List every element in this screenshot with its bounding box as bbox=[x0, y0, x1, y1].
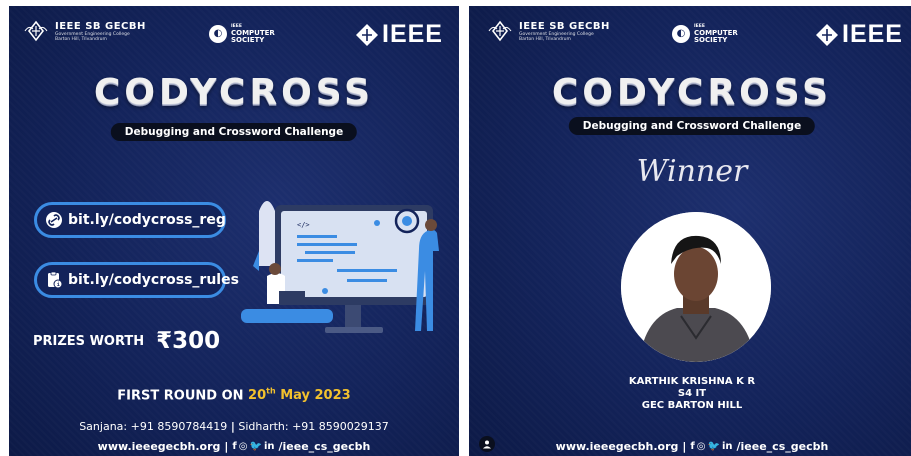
lotus-emblem-icon bbox=[488, 20, 512, 42]
ieee-diamond-icon bbox=[356, 23, 379, 46]
codycross-registration-poster: IEEE SB GECBH Government Engineering Col… bbox=[9, 6, 459, 456]
website-link[interactable]: www.ieeegecbh.org bbox=[98, 440, 221, 453]
winner-college: GEC BARTON HILL bbox=[641, 400, 743, 411]
prizes-label: PRIZES WORTH bbox=[33, 333, 145, 349]
winner-details: KARTHIK KRISHNA K R S4 IT GEC BARTON HIL… bbox=[469, 376, 911, 412]
rocket-icon bbox=[259, 201, 275, 266]
contact-sidharth: Sidharth: +91 8590029137 bbox=[238, 420, 389, 433]
society-line-2: SOCIETY bbox=[231, 36, 265, 44]
round-prefix: FIRST ROUND ON bbox=[117, 388, 244, 404]
rules-link-label: bit.ly/codycross_rules bbox=[68, 272, 239, 288]
event-title: CODYCROSS bbox=[551, 72, 833, 113]
computer-society-icon: ◐ bbox=[672, 24, 690, 43]
round-day: 20 bbox=[248, 388, 267, 404]
bug-icon bbox=[374, 220, 380, 226]
registration-link-label: bit.ly/codycross_reg bbox=[68, 212, 226, 228]
poster-header: IEEE SB GECBH Government Engineering Col… bbox=[469, 20, 911, 52]
event-subtitle: Debugging and Crossword Challenge bbox=[568, 117, 816, 135]
footer-separator: | bbox=[682, 440, 687, 453]
contact-separator: | bbox=[230, 420, 235, 433]
winner-class: S4 IT bbox=[677, 388, 707, 399]
twitter-icon[interactable]: 🐦 bbox=[708, 441, 720, 452]
developer-illustration: </> bbox=[241, 201, 439, 333]
computer-society-logo: ◐ IEEE COMPUTER SOCIETY bbox=[672, 23, 738, 44]
linkedin-icon[interactable]: in bbox=[264, 441, 275, 452]
computer-society-logo: ◐ IEEE COMPUTER SOCIETY bbox=[209, 23, 275, 44]
first-round-date: FIRST ROUND ON 20th May 2023 bbox=[9, 387, 459, 403]
social-handle[interactable]: /ieee_cs_gecbh bbox=[737, 440, 829, 453]
ieee-logo: IEEE bbox=[355, 20, 443, 49]
bug-icon bbox=[322, 288, 328, 294]
computer-society-icon: ◐ bbox=[209, 24, 227, 43]
poster-header: IEEE SB GECBH Government Engineering Col… bbox=[9, 20, 459, 52]
twitter-icon[interactable]: 🐦 bbox=[250, 441, 262, 452]
contact-info: Sanjana: +91 8590784419 | Sidharth: +91 … bbox=[9, 420, 459, 433]
codycross-winner-poster: IEEE SB GECBH Government Engineering Col… bbox=[469, 6, 911, 456]
round-month-year: May 2023 bbox=[280, 388, 351, 404]
code-tag: </> bbox=[297, 221, 310, 229]
facebook-icon[interactable]: f bbox=[232, 441, 236, 452]
ieee-diamond-icon bbox=[816, 23, 839, 46]
ieee-wordmark: IEEE bbox=[382, 20, 443, 48]
prizes-amount: ₹300 bbox=[156, 328, 221, 354]
laptop bbox=[279, 291, 305, 305]
social-handle[interactable]: /ieee_cs_gecbh bbox=[279, 440, 371, 453]
winner-heading: Winner bbox=[636, 154, 748, 189]
instagram-icon[interactable]: ◎ bbox=[697, 441, 706, 452]
sofa bbox=[241, 309, 333, 323]
winner-portrait bbox=[621, 212, 771, 362]
ieee-logo: IEEE bbox=[815, 20, 903, 49]
clipboard-info-icon: i bbox=[45, 271, 63, 289]
footer-separator: | bbox=[224, 440, 229, 453]
org-line-2: Barton Hill, Trivandrum bbox=[519, 36, 571, 42]
lotus-emblem-icon bbox=[24, 20, 48, 42]
bug-icon bbox=[402, 216, 412, 226]
website-link[interactable]: www.ieeegecbh.org bbox=[556, 440, 679, 453]
poster-footer: www.ieeegecbh.org | f ◎ 🐦 in /ieee_cs_ge… bbox=[9, 440, 459, 453]
winner-name: KARTHIK KRISHNA K R bbox=[628, 376, 756, 387]
poster-footer: www.ieeegecbh.org | f ◎ 🐦 in /ieee_cs_ge… bbox=[469, 440, 911, 453]
link-icon bbox=[45, 211, 63, 229]
instagram-icon[interactable]: ◎ bbox=[239, 441, 248, 452]
org-name: IEEE SB GECBH bbox=[519, 20, 610, 32]
org-line-2: Barton Hill, Trivandrum bbox=[55, 36, 107, 42]
contact-sanjana: Sanjana: +91 8590784419 bbox=[79, 420, 228, 433]
winner-photo bbox=[621, 212, 771, 362]
ieee-wordmark: IEEE bbox=[842, 20, 903, 48]
org-name: IEEE SB GECBH bbox=[55, 20, 146, 32]
rules-link[interactable]: i bit.ly/codycross_rules bbox=[34, 262, 239, 298]
facebook-icon[interactable]: f bbox=[690, 441, 694, 452]
svg-text:i: i bbox=[57, 282, 60, 288]
ieee-sb-gecbh-logo: IEEE SB GECBH Government Engineering Col… bbox=[487, 20, 610, 42]
society-line-2: SOCIETY bbox=[694, 36, 728, 44]
ieee-sb-gecbh-logo: IEEE SB GECBH Government Engineering Col… bbox=[23, 20, 146, 42]
event-subtitle: Debugging and Crossword Challenge bbox=[110, 123, 358, 141]
event-title: CODYCROSS bbox=[93, 72, 375, 113]
round-day-suffix: th bbox=[266, 387, 276, 396]
linkedin-icon[interactable]: in bbox=[722, 441, 733, 452]
prizes: PRIZES WORTH ₹300 bbox=[33, 328, 220, 354]
registration-link[interactable]: bit.ly/codycross_reg bbox=[34, 202, 226, 238]
